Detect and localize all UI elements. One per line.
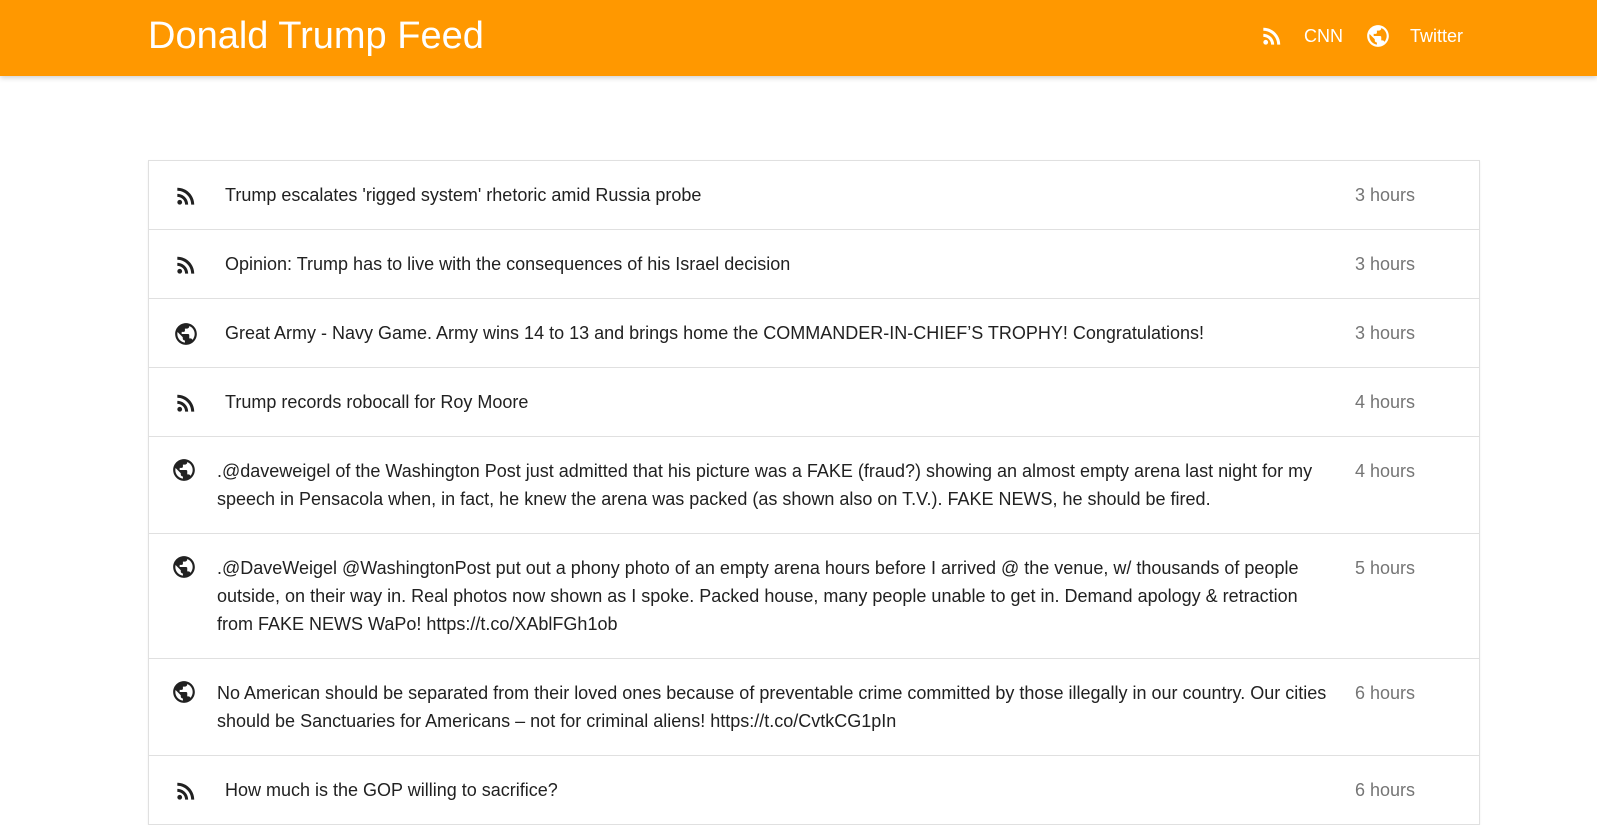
feed-item-time: 4 hours — [1354, 461, 1415, 481]
rss-icon — [173, 252, 199, 278]
rss-icon — [173, 778, 199, 804]
feed-item[interactable]: How much is the GOP willing to sacrifice… — [149, 756, 1479, 825]
feed-item-time: 5 hours — [1354, 558, 1415, 578]
rss-icon — [1259, 23, 1285, 49]
feed-list: Trump escalates 'rigged system' rhetoric… — [148, 160, 1480, 825]
globe-icon — [171, 457, 197, 483]
nav-link-twitter-label: Twitter — [1409, 25, 1463, 46]
feed-item-time: 3 hours — [1354, 323, 1415, 343]
globe-icon — [173, 321, 199, 347]
nav-link-cnn-label: CNN — [1303, 25, 1343, 46]
feed-item-time: 6 hours — [1354, 683, 1415, 703]
feed-item-title[interactable]: Trump records robocall for Roy Moore — [225, 388, 1329, 416]
feed-item-title[interactable]: .@daveweigel of the Washington Post just… — [217, 457, 1329, 513]
nav-links: CNN Twitter — [1237, 0, 1463, 72]
feed-item-title[interactable]: .@DaveWeigel @WashingtonPost put out a p… — [217, 554, 1329, 638]
top-navbar: Donald Trump Feed CNN Twitter — [0, 0, 1597, 76]
nav-link-cnn[interactable]: CNN — [1259, 23, 1343, 49]
feed-item-title[interactable]: How much is the GOP willing to sacrifice… — [225, 776, 1329, 804]
rss-icon — [173, 390, 199, 416]
globe-icon — [1365, 23, 1391, 49]
feed-item[interactable]: No American should be separated from the… — [149, 659, 1479, 756]
feed-item[interactable]: .@daveweigel of the Washington Post just… — [149, 437, 1479, 534]
globe-icon — [171, 554, 197, 580]
feed-item-time: 3 hours — [1354, 254, 1415, 274]
feed-item[interactable]: Trump escalates 'rigged system' rhetoric… — [149, 161, 1479, 230]
brand-title[interactable]: Donald Trump Feed — [148, 12, 484, 60]
feed-item[interactable]: .@DaveWeigel @WashingtonPost put out a p… — [149, 534, 1479, 659]
feed-item-time: 6 hours — [1354, 780, 1415, 800]
feed-item-title[interactable]: Great Army - Navy Game. Army wins 14 to … — [225, 319, 1329, 347]
feed-item[interactable]: Great Army - Navy Game. Army wins 14 to … — [149, 299, 1479, 368]
feed-item-time: 3 hours — [1354, 185, 1415, 205]
feed-item[interactable]: Opinion: Trump has to live with the cons… — [149, 230, 1479, 299]
feed-item-time: 4 hours — [1354, 392, 1415, 412]
feed-item-title[interactable]: Opinion: Trump has to live with the cons… — [225, 250, 1329, 278]
rss-icon — [173, 183, 199, 209]
feed-item[interactable]: Trump records robocall for Roy Moore 4 h… — [149, 368, 1479, 437]
feed-item-title[interactable]: Trump escalates 'rigged system' rhetoric… — [225, 181, 1329, 209]
nav-link-twitter[interactable]: Twitter — [1365, 23, 1463, 49]
feed-item-title[interactable]: No American should be separated from the… — [217, 679, 1329, 735]
globe-icon — [171, 679, 197, 705]
